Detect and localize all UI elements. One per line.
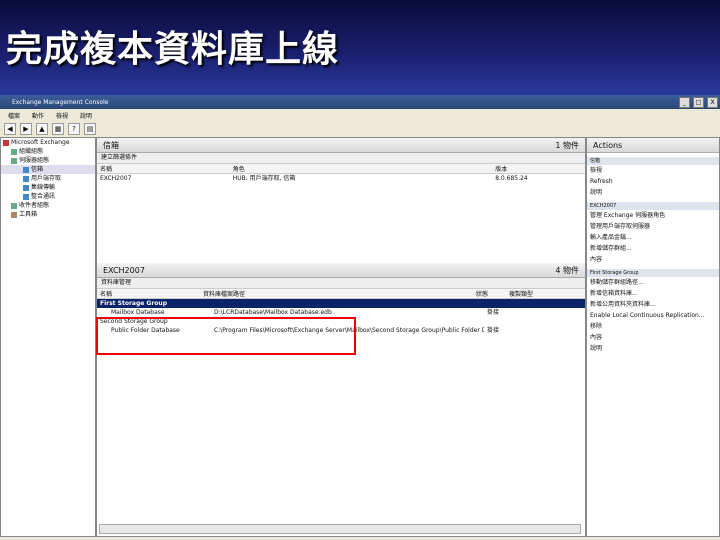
toolbar: ◀ ▶ ▲ ▦ ? ▤ [0,121,720,138]
actions-group-header: 信箱 [587,157,719,165]
server-icon [23,175,29,182]
action-refresh[interactable]: Refresh [587,176,719,187]
console-tree: Microsoft Exchange 組織組態 伺服器組態 信箱 用戶端存取 集… [0,137,96,537]
toolbox-icon [11,211,17,218]
column-copy-type[interactable]: 複製類型 [506,289,579,298]
top-pane-title: 信箱 [103,140,119,150]
menu-help[interactable]: 說明 [80,111,92,120]
back-icon[interactable]: ◀ [4,123,16,135]
menu-bar: 檔案 動作 檢視 說明 [0,109,720,121]
tree-unified-messaging[interactable]: 整合通訊 [1,192,95,201]
column-status[interactable]: 狀態 [473,289,506,298]
action-manage-roles[interactable]: 管理 Exchange 伺服器角色 [587,210,719,221]
folder-icon [11,157,17,164]
folder-icon [11,202,17,209]
tree-root[interactable]: Microsoft Exchange [1,138,95,147]
close-button[interactable]: X [707,97,718,108]
database-row[interactable]: Mailbox Database D:\LCRDatabase\Mailbox … [97,308,585,317]
exchange-icon [3,139,9,146]
properties-icon[interactable]: ▤ [84,123,96,135]
menu-file[interactable]: 檔案 [8,111,20,120]
tree-server-config[interactable]: 伺服器組態 [1,156,95,165]
table-row[interactable]: EXCH2007 HUB, 用戶端存取, 信箱 8.0.685.24 [97,174,585,183]
highlight-box [96,317,356,355]
maximize-button[interactable]: □ [693,97,704,108]
bottom-table-header: 名稱 資料庫檔案路徑 狀態 複製類型 [97,289,585,299]
action-properties[interactable]: 內容 [587,332,719,343]
action-enable-lcr[interactable]: Enable Local Continuous Replication... [587,310,719,321]
column-name[interactable]: 名稱 [97,164,230,173]
folder-icon [11,148,17,155]
bottom-pane-title: EXCH2007 [103,265,145,275]
forward-icon[interactable]: ▶ [20,123,32,135]
tab-database-management[interactable]: 資料庫管理 [97,278,585,289]
menu-action[interactable]: 動作 [32,111,44,120]
column-db-path[interactable]: 資料庫檔案路徑 [200,289,473,298]
bottom-pane-header: EXCH2007 4 物件 [97,263,585,278]
top-table-header: 名稱 角色 版本 [97,164,585,174]
actions-title: Actions [587,138,719,153]
menu-view[interactable]: 檢視 [56,111,68,120]
server-icon [23,193,29,200]
tree-mailbox[interactable]: 信箱 [1,165,95,174]
window-controls: _ □ X [679,97,718,108]
tree-org-config[interactable]: 組織組態 [1,147,95,156]
action-new-storage-group[interactable]: 新增儲存群組... [587,243,719,254]
actions-pane: Actions 信箱 檢視 Refresh 說明 EXCH2007 管理 Exc… [586,137,720,537]
action-move-path[interactable]: 移動儲存群組路徑... [587,277,719,288]
slide-title: 完成複本資料庫上線 [6,28,340,70]
help-icon[interactable]: ? [68,123,80,135]
server-icon [23,184,29,191]
show-tree-icon[interactable]: ▦ [52,123,64,135]
create-filter-button[interactable]: 建立篩選條件 [97,153,585,164]
action-manage-client-access[interactable]: 管理用戶端存取伺服器 [587,221,719,232]
tree-recipient-config[interactable]: 收件者組態 [1,201,95,210]
window-title: Exchange Management Console [12,98,109,106]
action-help[interactable]: 說明 [587,343,719,354]
mailbox-icon [23,166,29,173]
minimize-button[interactable]: _ [679,97,690,108]
horizontal-scrollbar[interactable] [99,524,581,534]
action-product-key[interactable]: 輸入產品金鑰... [587,232,719,243]
tree-client-access[interactable]: 用戶端存取 [1,174,95,183]
top-pane-header: 信箱 1 物件 [97,138,585,153]
window-titlebar: Exchange Management Console _ □ X [0,95,720,109]
actions-group-header: EXCH2007 [587,202,719,210]
tree-hub-transport[interactable]: 集線傳輸 [1,183,95,192]
management-console-window: Exchange Management Console _ □ X 檔案 動作 … [0,95,720,540]
column-version[interactable]: 版本 [492,164,585,173]
column-role[interactable]: 角色 [230,164,492,173]
top-pane-count: 1 物件 [555,140,579,150]
action-remove[interactable]: 移除 [587,321,719,332]
action-properties[interactable]: 內容 [587,254,719,265]
column-name[interactable]: 名稱 [97,289,200,298]
actions-group-header: First Storage Group [587,269,719,277]
tree-toolbox[interactable]: 工具箱 [1,210,95,219]
action-help[interactable]: 說明 [587,187,719,198]
bottom-pane-count: 4 物件 [555,265,579,275]
action-new-public-folder-db[interactable]: 新增公用資料夾資料庫... [587,299,719,310]
storage-group-row[interactable]: First Storage Group [97,299,585,308]
up-folder-icon[interactable]: ▲ [36,123,48,135]
action-view[interactable]: 檢視 [587,165,719,176]
action-new-mailbox-db[interactable]: 新增信箱資料庫... [587,288,719,299]
